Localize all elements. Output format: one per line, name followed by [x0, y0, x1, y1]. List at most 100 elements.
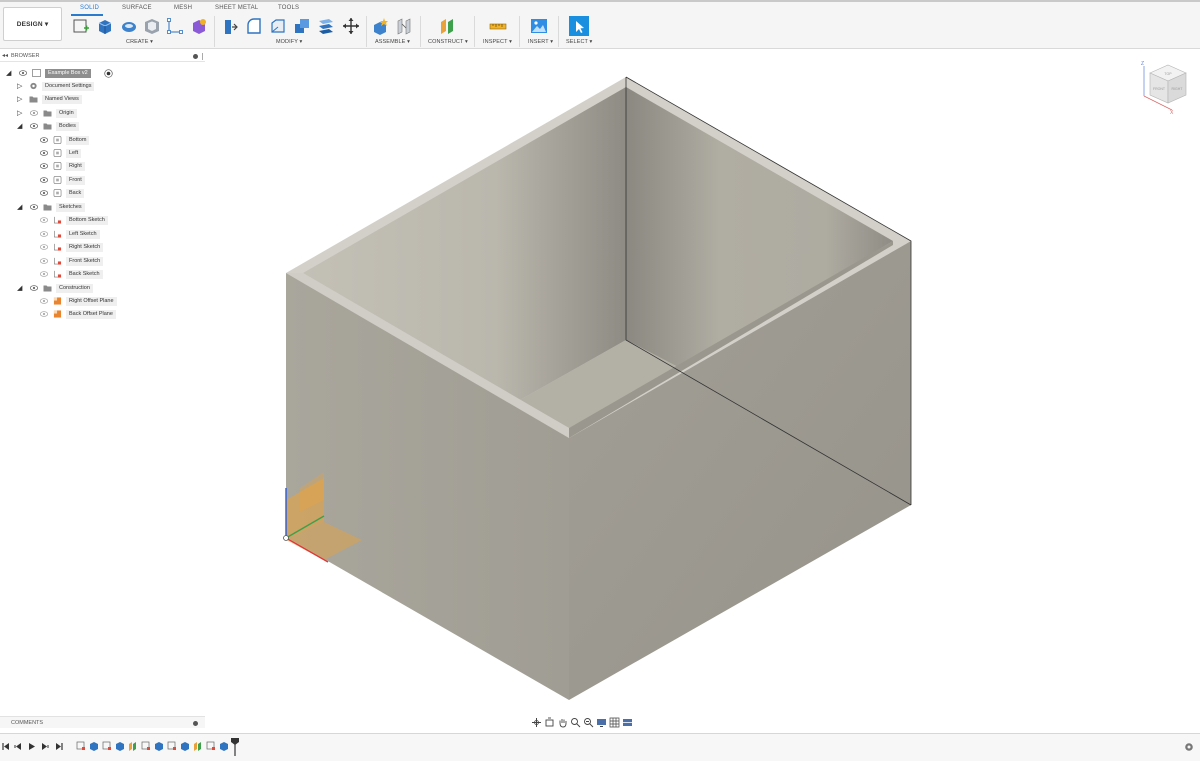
fillet-icon[interactable]	[245, 17, 263, 35]
expand-triangle-icon[interactable]: ▷	[17, 109, 22, 117]
revolve-icon[interactable]	[120, 17, 138, 35]
tree-item-sketch-back[interactable]: Back Sketch	[0, 269, 205, 280]
tab-solid[interactable]: SOLID	[80, 5, 99, 11]
tree-item-bodies[interactable]: ◢ Bodies	[0, 121, 205, 132]
view-cube[interactable]: TOP FRONT RIGHT Z X	[1138, 58, 1190, 116]
collapse-triangle-icon[interactable]: ◢	[17, 284, 22, 292]
measure-icon[interactable]	[489, 17, 507, 35]
look-at-icon[interactable]	[544, 717, 555, 728]
expand-triangle-icon[interactable]: ▷	[17, 95, 22, 103]
timeline-extrude-icon[interactable]	[154, 741, 164, 751]
visibility-eye-icon[interactable]	[40, 311, 48, 317]
tab-tools[interactable]: TOOLS	[278, 5, 299, 11]
step-back-icon[interactable]	[14, 742, 22, 751]
timeline-plane-icon[interactable]	[193, 741, 203, 751]
timeline-extrude-icon[interactable]	[115, 741, 125, 751]
press-pull-icon[interactable]	[221, 17, 239, 35]
visibility-eye-icon[interactable]	[40, 137, 48, 143]
visibility-eye-icon[interactable]	[40, 271, 48, 277]
tree-item-named-views[interactable]: ▷ Named Views	[0, 94, 205, 105]
combine-icon[interactable]	[293, 17, 311, 35]
timeline-marker-icon[interactable]	[231, 738, 239, 756]
grid-settings-icon[interactable]	[609, 717, 620, 728]
zoom-icon[interactable]	[570, 717, 581, 728]
workspace-switcher-button[interactable]: DESIGN ▾	[3, 7, 62, 41]
browser-options-icon[interactable]	[193, 54, 198, 59]
inspect-menu[interactable]: INSPECT ▾	[483, 39, 512, 45]
timeline-sketch-icon[interactable]	[76, 741, 86, 751]
go-to-start-icon[interactable]	[2, 742, 10, 751]
joint-icon[interactable]	[396, 17, 414, 35]
step-forward-icon[interactable]	[41, 742, 49, 751]
display-settings-icon[interactable]	[596, 717, 607, 728]
tree-item-body-right[interactable]: Right	[0, 161, 205, 172]
tree-item-body-back[interactable]: Back	[0, 188, 205, 199]
visibility-eye-icon[interactable]	[40, 150, 48, 156]
form-icon[interactable]	[190, 17, 208, 35]
timeline-sketch-icon[interactable]	[206, 741, 216, 751]
visibility-eye-icon[interactable]	[30, 110, 38, 116]
visibility-eye-icon[interactable]	[40, 231, 48, 237]
visibility-eye-icon[interactable]	[30, 285, 38, 291]
expand-triangle-icon[interactable]: ▷	[17, 82, 22, 90]
tree-root-document[interactable]: ◢ Example Box v2	[0, 68, 205, 79]
select-menu[interactable]: SELECT ▾	[566, 39, 592, 45]
tree-item-body-left[interactable]: Left	[0, 148, 205, 159]
collapse-triangle-icon[interactable]: ◢	[17, 203, 22, 211]
collapse-panel-icon[interactable]: ◂◂	[2, 52, 8, 59]
tree-item-sketch-right[interactable]: Right Sketch	[0, 242, 205, 253]
modify-menu[interactable]: MODIFY ▾	[276, 39, 302, 45]
browser-header[interactable]: ◂◂ BROWSER	[0, 52, 205, 62]
tree-item-sketch-left[interactable]: Left Sketch	[0, 229, 205, 240]
canvas-viewport[interactable]	[205, 50, 1200, 730]
tab-mesh[interactable]: MESH	[174, 5, 192, 11]
create-menu[interactable]: CREATE ▾	[126, 39, 153, 45]
timeline-sketch-icon[interactable]	[141, 741, 151, 751]
go-to-end-icon[interactable]	[55, 742, 63, 751]
timeline-sketch-icon[interactable]	[102, 741, 112, 751]
tree-item-construction[interactable]: ◢ Construction	[0, 283, 205, 294]
line-sketch-icon[interactable]	[166, 17, 184, 35]
activate-radio-icon[interactable]	[104, 69, 113, 78]
collapse-triangle-icon[interactable]: ◢	[6, 69, 11, 77]
offset-face-icon[interactable]	[317, 17, 335, 35]
insert-image-icon[interactable]	[530, 17, 548, 35]
visibility-eye-icon[interactable]	[40, 258, 48, 264]
tree-item-right-offset-plane[interactable]: Right Offset Plane	[0, 296, 205, 307]
tree-item-sketch-bottom[interactable]: Bottom Sketch	[0, 215, 205, 226]
visibility-eye-icon[interactable]	[19, 70, 27, 76]
fit-zoom-icon[interactable]	[583, 717, 594, 728]
panel-grip-icon[interactable]	[202, 53, 204, 60]
timeline-sketch-icon[interactable]	[167, 741, 177, 751]
tree-item-sketches[interactable]: ◢ Sketches	[0, 202, 205, 213]
assemble-menu[interactable]: ASSEMBLE ▾	[375, 39, 410, 45]
insert-menu[interactable]: INSERT ▾	[528, 39, 553, 45]
tree-item-origin[interactable]: ▷ Origin	[0, 108, 205, 119]
tree-item-back-offset-plane[interactable]: Back Offset Plane	[0, 309, 205, 320]
visibility-eye-icon[interactable]	[40, 177, 48, 183]
offset-plane-icon[interactable]	[438, 17, 456, 35]
comments-add-icon[interactable]	[193, 721, 198, 726]
shell-icon[interactable]	[143, 17, 161, 35]
pan-hand-icon[interactable]	[557, 717, 568, 728]
play-icon[interactable]	[28, 742, 36, 751]
tree-item-document-settings[interactable]: ▷ Document Settings	[0, 81, 205, 92]
move-copy-icon[interactable]	[342, 17, 360, 35]
visibility-eye-icon[interactable]	[40, 190, 48, 196]
tab-sheet-metal[interactable]: SHEET METAL	[215, 5, 258, 11]
timeline-extrude-icon[interactable]	[180, 741, 190, 751]
tree-item-body-bottom[interactable]: Bottom	[0, 135, 205, 146]
orbit-icon[interactable]	[531, 717, 542, 728]
chamfer-icon[interactable]	[269, 17, 287, 35]
extrude-icon[interactable]	[96, 17, 114, 35]
comments-panel[interactable]: COMMENTS	[0, 716, 205, 728]
tree-item-body-front[interactable]: Front	[0, 175, 205, 186]
timeline-settings-gear-icon[interactable]	[1184, 742, 1194, 752]
visibility-eye-icon[interactable]	[30, 123, 38, 129]
viewports-icon[interactable]	[622, 717, 633, 728]
visibility-eye-icon[interactable]	[40, 244, 48, 250]
tree-item-sketch-front[interactable]: Front Sketch	[0, 256, 205, 267]
timeline-plane-icon[interactable]	[128, 741, 138, 751]
visibility-eye-icon[interactable]	[40, 298, 48, 304]
create-sketch-icon[interactable]	[72, 17, 90, 35]
